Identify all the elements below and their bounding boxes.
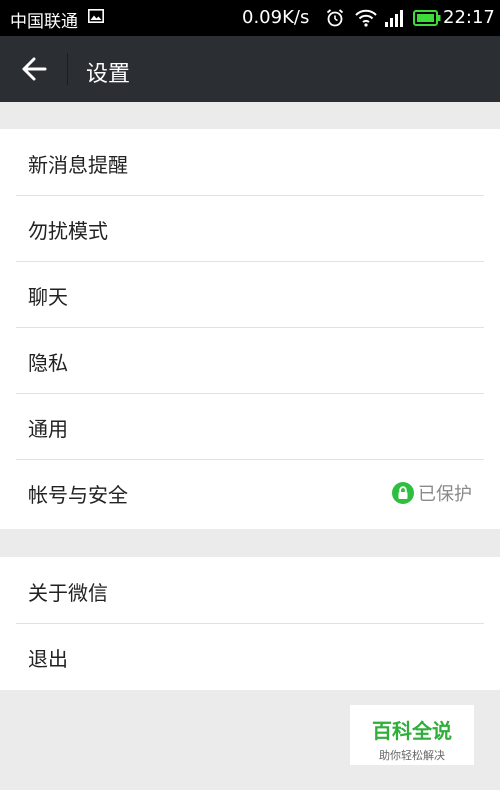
signal-strength-icon <box>385 10 403 27</box>
protection-status-text: 已保护 <box>418 484 472 505</box>
settings-item-label: 新消息提醒 <box>28 153 128 177</box>
settings-item-new-message-alert[interactable]: 新消息提醒 <box>0 129 500 195</box>
settings-item-do-not-disturb[interactable]: 勿扰模式 <box>0 195 500 261</box>
settings-item-label: 退出 <box>28 647 68 671</box>
settings-item-label: 帐号与安全 <box>28 483 128 507</box>
battery-icon <box>413 10 441 26</box>
settings-item-logout[interactable]: 退出 <box>0 623 500 689</box>
back-button[interactable] <box>12 53 52 85</box>
status-bar: 中国联通 0.09K/s 22:17 <box>0 0 500 36</box>
settings-item-label: 关于微信 <box>28 581 108 605</box>
settings-item-label: 通用 <box>28 417 68 441</box>
alarm-icon <box>326 9 344 27</box>
settings-item-account-security[interactable]: 帐号与安全 已保护 <box>0 459 500 525</box>
settings-item-general[interactable]: 通用 <box>0 393 500 459</box>
watermark-subtitle: 助你轻松解决 <box>379 749 445 762</box>
lock-icon <box>392 482 414 504</box>
app-bar-divider <box>67 53 68 85</box>
clock-time: 22:17 <box>443 7 495 28</box>
settings-item-label: 聊天 <box>28 285 68 309</box>
watermark-logo: 百科全说 助你轻松解决 <box>350 705 474 765</box>
carrier-name: 中国联通 <box>10 12 78 32</box>
page-title: 设置 <box>86 62 131 87</box>
app-bar: 设置 <box>0 36 500 102</box>
settings-item-privacy[interactable]: 隐私 <box>0 327 500 393</box>
back-arrow-icon <box>22 57 47 81</box>
network-speed: 0.09K/s <box>242 7 310 28</box>
image-notification-icon <box>88 9 104 23</box>
settings-group-secondary: 关于微信 退出 <box>0 557 500 690</box>
settings-item-label: 勿扰模式 <box>28 219 108 243</box>
protection-status: 已保护 <box>392 480 472 506</box>
watermark-title: 百科全说 <box>372 719 452 743</box>
wifi-icon <box>355 9 377 27</box>
settings-item-chat[interactable]: 聊天 <box>0 261 500 327</box>
settings-item-label: 隐私 <box>28 351 68 375</box>
settings-item-about-wechat[interactable]: 关于微信 <box>0 557 500 623</box>
settings-group-main: 新消息提醒 勿扰模式 聊天 隐私 通用 帐号与安全 已保护 <box>0 129 500 529</box>
